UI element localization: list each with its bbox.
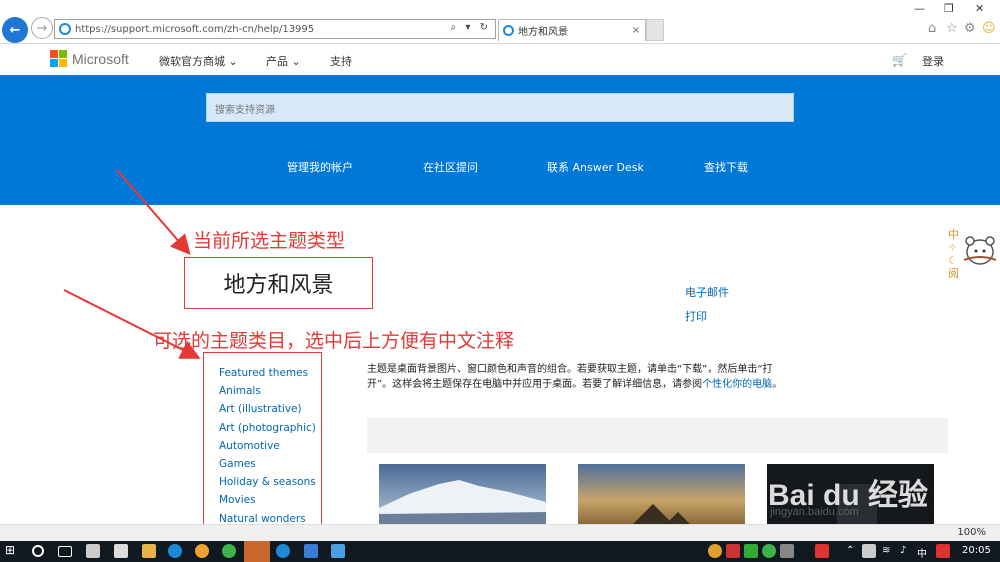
ie-active-icon[interactable]	[276, 544, 290, 558]
tray-icon[interactable]	[726, 544, 740, 558]
print-link[interactable]: 打印	[685, 308, 707, 324]
task-view-icon[interactable]	[58, 546, 72, 557]
app-icon[interactable]	[304, 544, 318, 558]
theme-thumbnail[interactable]	[379, 464, 546, 524]
battery-icon[interactable]	[862, 544, 876, 558]
pyramids-image	[578, 464, 745, 524]
bear-mascot-icon[interactable]	[962, 232, 998, 270]
sogou-icon[interactable]	[936, 544, 950, 558]
taskbar: ⊞ ⌃ ≋ ♪ 中 20:05	[0, 541, 1000, 562]
category-link[interactable]: Automotive	[219, 437, 321, 455]
mountain-image	[379, 464, 546, 524]
category-list: Featured themes Animals Art (illustrativ…	[203, 352, 322, 532]
arrow-to-title	[116, 169, 191, 256]
tray-chevron-icon[interactable]: ⌃	[846, 545, 854, 556]
category-link[interactable]: Games	[219, 455, 321, 473]
side-widget[interactable]: 中 ✧ ☾ 阅	[948, 228, 962, 280]
folder-icon[interactable]	[142, 544, 156, 558]
side-widget-char: 中	[948, 228, 959, 241]
tray-wechat-icon[interactable]	[762, 544, 776, 558]
tray-icon[interactable]	[780, 544, 794, 558]
description-end: 。	[772, 379, 783, 390]
email-link[interactable]: 电子邮件	[685, 284, 729, 300]
tray-icon[interactable]	[708, 544, 722, 558]
zoom-level[interactable]: 100%	[957, 527, 986, 538]
cortana-icon[interactable]	[32, 545, 44, 557]
category-link[interactable]: Movies	[219, 491, 321, 509]
wechat-icon[interactable]	[222, 544, 236, 558]
volume-icon[interactable]: ♪	[900, 545, 906, 556]
personalize-link[interactable]: 个性化你的电脑	[702, 379, 772, 390]
category-link[interactable]: Animals	[219, 382, 321, 400]
theme-thumbnail[interactable]	[578, 464, 745, 524]
moon-icon: ☾	[948, 254, 958, 267]
chrome-icon[interactable]	[195, 544, 209, 558]
category-link[interactable]: Art (photographic)	[219, 419, 321, 437]
calculator-icon[interactable]	[114, 544, 128, 558]
category-link[interactable]: Art (illustrative)	[219, 400, 321, 418]
clock[interactable]: 20:05	[962, 545, 991, 556]
windows-start-icon[interactable]: ⊞	[5, 543, 19, 557]
app-icon[interactable]	[331, 544, 345, 558]
page-title: 地方和风景	[184, 257, 373, 309]
store-icon[interactable]	[86, 544, 100, 558]
category-link[interactable]: Holiday & seasons	[219, 473, 321, 491]
active-app-icon[interactable]	[244, 541, 270, 562]
tray-icon[interactable]	[744, 544, 758, 558]
category-link[interactable]: Featured themes	[219, 364, 321, 382]
wifi-icon[interactable]: ≋	[882, 545, 890, 556]
theme-description: 主题是桌面背景图片、窗口颜色和声音的组合。若要获取主题，请单击“下载”，然后单击…	[367, 362, 787, 392]
baidu-watermark-url: jingyan.baidu.com	[770, 506, 859, 518]
status-bar: 100%	[0, 524, 1000, 541]
annotation-categories: 可选的主题类目，选中后上方便有中文注释	[153, 330, 515, 352]
sparkle-icon: ✧	[948, 241, 958, 254]
ie-taskbar-icon[interactable]	[168, 544, 182, 558]
download-bar	[367, 418, 948, 453]
ime-indicator[interactable]: 中	[917, 545, 927, 560]
tray-icon[interactable]	[815, 544, 829, 558]
side-widget-char: 阅	[948, 267, 959, 280]
annotation-current-theme: 当前所选主题类型	[193, 230, 346, 252]
